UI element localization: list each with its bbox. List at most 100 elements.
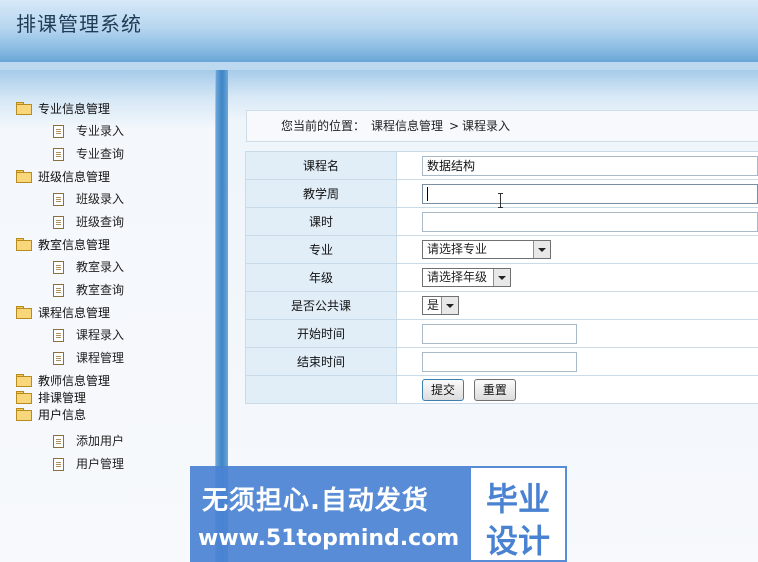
start-time-label: 开始时间 <box>245 319 397 348</box>
form-row: 提交 重置 <box>245 375 758 404</box>
grade-label: 年级 <box>245 263 397 292</box>
document-icon <box>53 216 64 229</box>
form-row: 结束时间 <box>245 347 758 376</box>
sidebar-item-course-manage[interactable]: 课程管理 <box>0 347 214 370</box>
teaching-week-label: 教学周 <box>245 179 397 208</box>
hours-cell <box>396 207 758 236</box>
sidebar-item-label: 教室录入 <box>76 260 125 274</box>
sidebar-item-class-query[interactable]: 班级查询 <box>0 211 214 234</box>
document-icon <box>53 284 64 297</box>
major-cell: 请选择专业 <box>396 235 758 264</box>
reset-button[interactable]: 重置 <box>473 378 516 401</box>
end-time-cell <box>396 347 758 376</box>
course-name-input[interactable]: 数据结构 <box>422 155 758 176</box>
document-icon <box>53 329 64 342</box>
text-cursor-icon <box>498 193 504 208</box>
sidebar-group-label: 课程信息管理 <box>38 306 111 320</box>
sidebar-item-label: 班级查询 <box>76 215 125 229</box>
sidebar-group-class[interactable]: 班级信息管理 <box>0 166 214 188</box>
submit-button[interactable]: 提交 <box>422 378 465 401</box>
is-public-select[interactable]: 是 <box>422 296 459 315</box>
breadcrumb-current: 课程录入 <box>462 119 511 133</box>
start-time-cell <box>396 319 758 348</box>
document-icon <box>53 458 64 471</box>
folder-icon <box>16 374 32 387</box>
end-time-input[interactable] <box>422 351 577 372</box>
is-public-select-value: 是 <box>427 298 440 312</box>
watermark-line1: 无须担心.自动发货 <box>202 486 429 516</box>
course-name-cell: 数据结构 <box>396 151 758 180</box>
folder-icon <box>16 306 32 319</box>
teaching-week-input[interactable] <box>422 183 758 204</box>
sidebar-group-classroom[interactable]: 教室信息管理 <box>0 234 214 256</box>
is-public-label: 是否公共课 <box>245 291 397 320</box>
breadcrumb-label: 您当前的位置： <box>281 119 366 133</box>
sidebar-item-major-query[interactable]: 专业查询 <box>0 143 214 166</box>
folder-icon <box>16 102 32 115</box>
sidebar-group-label: 专业信息管理 <box>38 102 111 116</box>
breadcrumb-path: 课程信息管理 <box>371 119 444 133</box>
sidebar-group-label: 用户信息 <box>38 408 87 422</box>
sidebar-group-label: 排课管理 <box>38 391 87 405</box>
grade-select-value: 请选择年级 <box>427 270 488 284</box>
sidebar-item-course-add[interactable]: 课程录入 <box>0 324 214 347</box>
sidebar-item-label: 教室查询 <box>76 283 125 297</box>
sidebar-item-classroom-query[interactable]: 教室查询 <box>0 279 214 302</box>
sidebar-group-major[interactable]: 专业信息管理 <box>0 98 214 120</box>
chevron-down-icon <box>533 241 550 258</box>
sidebar-item-label: 添加用户 <box>76 434 125 448</box>
watermark-box-line1: 毕业 <box>485 480 550 518</box>
document-icon <box>53 125 64 138</box>
breadcrumb: 您当前的位置： 课程信息管理 > 课程录入 <box>246 110 758 142</box>
grade-select[interactable]: 请选择年级 <box>422 268 511 287</box>
document-icon <box>53 148 64 161</box>
hours-input[interactable] <box>422 211 758 232</box>
sidebar-item-class-add[interactable]: 班级录入 <box>0 188 214 211</box>
major-label: 专业 <box>245 235 397 264</box>
watermark-box-line2: 设计 <box>485 522 550 560</box>
sidebar-item-classroom-add[interactable]: 教室录入 <box>0 256 214 279</box>
chevron-down-icon <box>493 269 510 286</box>
form-row: 开始时间 <box>245 319 758 348</box>
form-row: 课时 <box>245 207 758 236</box>
sidebar-item-user-add[interactable]: 添加用户 <box>0 430 214 453</box>
course-name-label: 课程名 <box>245 151 397 180</box>
sidebar-group-schedule[interactable]: 排课管理 <box>0 390 214 407</box>
sidebar-group-user[interactable]: 用户信息 <box>0 407 214 424</box>
folder-icon <box>16 391 32 404</box>
watermark-banner: 无须担心.自动发货 www.51topmind.com 毕业 设计 <box>190 466 567 562</box>
actions-cell: 提交 重置 <box>396 375 758 404</box>
sidebar: 专业信息管理 专业录入 专业查询 班级信息管理 班级录入 班级查询 教室信息管理… <box>0 70 216 562</box>
sidebar-item-user-manage[interactable]: 用户管理 <box>0 453 214 476</box>
sidebar-menu: 专业信息管理 专业录入 专业查询 班级信息管理 班级录入 班级查询 教室信息管理… <box>0 98 214 476</box>
hours-label: 课时 <box>245 207 397 236</box>
teaching-week-cell <box>396 179 758 208</box>
sidebar-group-label: 教师信息管理 <box>38 374 111 388</box>
folder-icon <box>16 170 32 183</box>
folder-icon <box>16 408 32 421</box>
folder-icon <box>16 238 32 251</box>
document-icon <box>53 193 64 206</box>
app-title: 排课管理系统 <box>16 12 142 36</box>
sidebar-item-label: 课程录入 <box>76 328 125 342</box>
document-icon <box>53 435 64 448</box>
header-band <box>0 62 758 70</box>
sidebar-item-label: 用户管理 <box>76 457 125 471</box>
sidebar-group-course[interactable]: 课程信息管理 <box>0 302 214 324</box>
is-public-cell: 是 <box>396 291 758 320</box>
major-select[interactable]: 请选择专业 <box>422 240 551 259</box>
text-caret <box>427 187 428 201</box>
chevron-down-icon <box>441 297 458 314</box>
sidebar-item-label: 班级录入 <box>76 192 125 206</box>
watermark-line2: www.51topmind.com <box>198 526 460 551</box>
form-row: 年级 请选择年级 <box>245 263 758 292</box>
start-time-input[interactable] <box>422 323 577 344</box>
sidebar-group-teacher[interactable]: 教师信息管理 <box>0 373 214 390</box>
form-row: 是否公共课 是 <box>245 291 758 320</box>
breadcrumb-separator: > <box>449 119 460 133</box>
sidebar-item-major-add[interactable]: 专业录入 <box>0 120 214 143</box>
document-icon <box>53 352 64 365</box>
form-row: 专业 请选择专业 <box>245 235 758 264</box>
sidebar-group-label: 教室信息管理 <box>38 238 111 252</box>
form-row: 课程名 数据结构 <box>245 151 758 180</box>
